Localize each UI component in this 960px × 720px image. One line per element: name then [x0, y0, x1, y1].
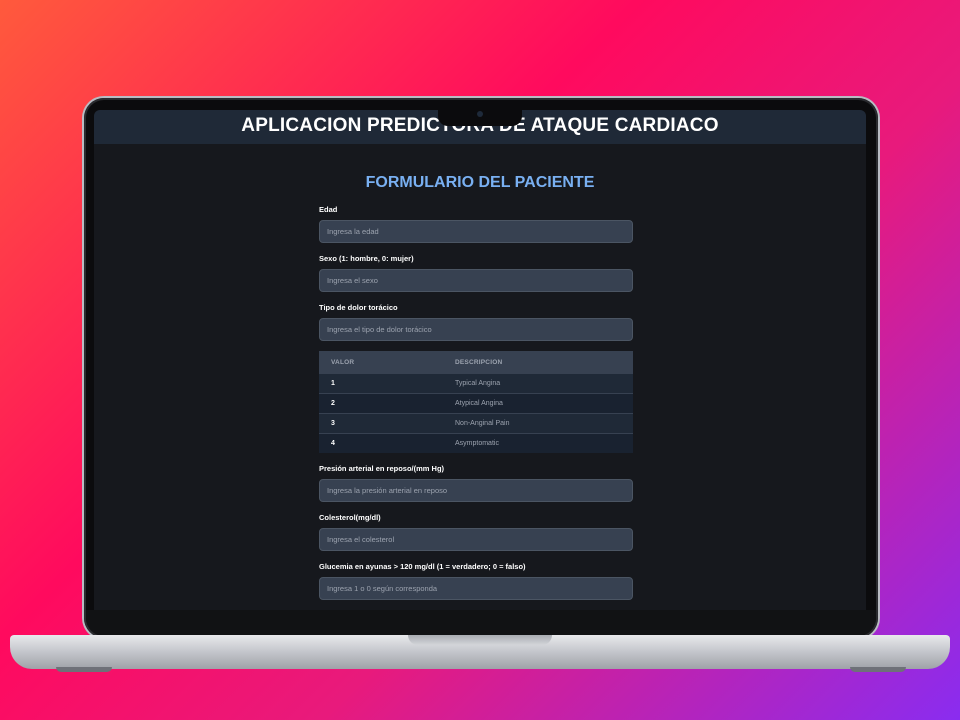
sex-input[interactable]: [319, 269, 633, 292]
patient-form: Edad Sexo (1: hombre, 0: mujer) Tipo de …: [319, 204, 633, 610]
table-header-value: VALOR: [319, 351, 443, 374]
app-screen: APLICACION PREDICTORA DE ATAQUE CARDIACO…: [94, 110, 866, 610]
cholesterol-input[interactable]: [319, 528, 633, 551]
screen-bezel-bottom: [86, 610, 876, 636]
trackpad-notch: [408, 635, 552, 645]
fasting-glucose-label: Glucemia en ayunas > 120 mg/dl (1 = verd…: [319, 562, 526, 571]
laptop-foot-right: [850, 667, 906, 672]
table-cell-value: 3: [319, 413, 443, 434]
fasting-glucose-input[interactable]: [319, 577, 633, 600]
table-row: 3 Non-Anginal Pain: [319, 413, 633, 434]
table-row: 4 Asymptomatic: [319, 433, 633, 453]
blood-pressure-label: Presión arterial en reposo/(mm Hg): [319, 464, 445, 473]
cholesterol-label: Colesterol(mg/dl): [319, 513, 381, 522]
table-cell-value: 2: [319, 393, 443, 414]
blood-pressure-input[interactable]: [319, 479, 633, 502]
form-title: FORMULARIO DEL PACIENTE: [365, 174, 595, 191]
chest-pain-input[interactable]: [319, 318, 633, 341]
sex-label: Sexo (1: hombre, 0: mujer): [319, 254, 414, 263]
table-row: 2 Atypical Angina: [319, 393, 633, 414]
table-cell-value: 1: [319, 373, 443, 394]
table-header-row: VALOR DESCRIPCION: [319, 351, 633, 374]
table-cell-description: Typical Angina: [443, 373, 633, 394]
table-cell-description: Atypical Angina: [443, 393, 633, 414]
table-header-description: DESCRIPCION: [443, 351, 633, 374]
table-cell-description: Asymptomatic: [443, 433, 633, 453]
chest-pain-reference-table: VALOR DESCRIPCION 1 Typical Angina 2 Aty…: [319, 351, 633, 453]
table-cell-value: 4: [319, 433, 443, 453]
camera-icon: [477, 111, 483, 117]
age-input[interactable]: [319, 220, 633, 243]
table-row: 1 Typical Angina: [319, 373, 633, 394]
laptop-foot-left: [56, 667, 112, 672]
age-label: Edad: [319, 205, 338, 214]
table-cell-description: Non-Anginal Pain: [443, 413, 633, 434]
chest-pain-label: Tipo de dolor torácico: [319, 303, 398, 312]
